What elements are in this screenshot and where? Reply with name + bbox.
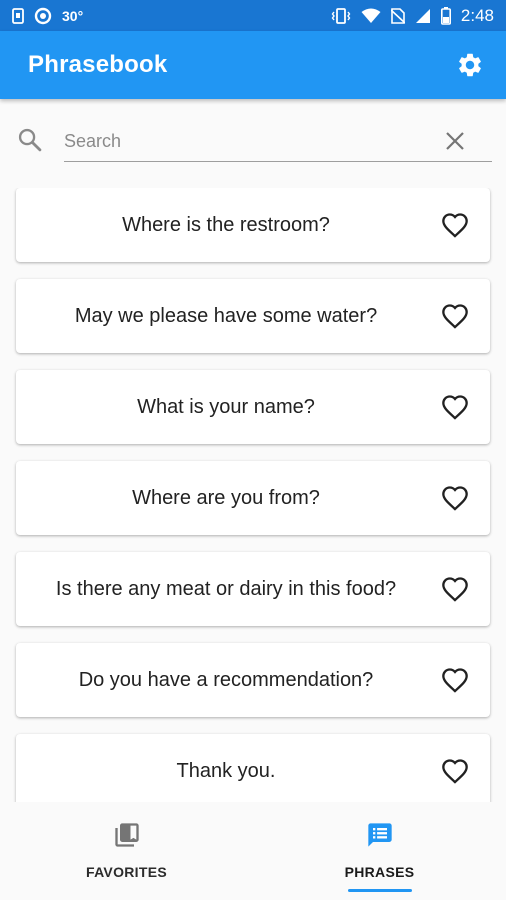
phrase-text: Where are you from? [132,486,320,509]
status-left: 30° [12,7,83,25]
heart-outline-icon [442,486,468,511]
heart-outline-icon [442,395,468,420]
status-bar: 30° 2:48 [0,0,506,31]
battery-icon [440,6,451,25]
phrase-list[interactable]: Where is the restroom? May we please hav… [0,188,506,802]
heart-outline-icon [442,759,468,784]
heart-outline-icon [442,577,468,602]
phrase-card[interactable]: Do you have a recommendation? [16,643,490,717]
library-icon [112,820,142,850]
phrase-card[interactable]: Where is the restroom? [16,188,490,262]
heart-outline-icon [442,304,468,329]
close-icon [446,132,464,150]
phrase-card[interactable]: What is your name? [16,370,490,444]
heart-outline-icon [442,213,468,238]
phrase-text: Where is the restroom? [122,213,330,236]
app-title: Phrasebook [28,51,168,78]
phrase-card[interactable]: Is there any meat or dairy in this food? [16,552,490,626]
bottom-navigation: FAVORITES PHRASES [0,802,506,900]
phrase-card[interactable]: May we please have some water? [16,279,490,353]
search-bar [0,110,506,168]
sim-icon [12,7,24,24]
app-bar: Phrasebook [0,31,506,99]
status-right: 2:48 [331,6,494,26]
favorite-button[interactable] [420,461,490,535]
clock-text: 2:48 [460,5,494,25]
active-tab-indicator [347,889,412,892]
tab-phrases[interactable]: PHRASES [253,802,506,900]
temperature-text: 30° [62,7,84,24]
signal-icon [415,8,431,24]
favorite-button[interactable] [420,279,490,353]
phrase-card[interactable]: Thank you. [16,734,490,802]
circle-notification-icon [34,7,52,25]
tab-favorites-label: FAVORITES [85,864,167,880]
phrase-text: Thank you. [176,759,276,782]
favorite-button[interactable] [420,370,490,444]
tab-favorites[interactable]: FAVORITES [0,802,253,900]
favorite-button[interactable] [420,734,490,802]
favorite-button[interactable] [420,643,490,717]
clear-search-button[interactable] [440,126,470,156]
chat-list-icon [365,820,395,850]
wifi-icon [361,8,381,24]
no-sim-icon [390,7,405,24]
gear-icon [459,53,481,77]
phrase-text: What is your name? [137,395,315,418]
phrase-text: Is there any meat or dairy in this food? [55,577,397,600]
tab-phrases-label: PHRASES [344,864,415,880]
favorite-button[interactable] [420,188,490,262]
phrase-text: May we please have some water? [74,304,378,327]
search-icon [16,126,44,154]
vibrate-icon [331,7,351,24]
favorite-button[interactable] [420,552,490,626]
phrase-card[interactable]: Where are you from? [16,461,490,535]
heart-outline-icon [442,668,468,693]
phrase-text: Do you have a recommendation? [78,668,374,691]
settings-button[interactable] [450,45,490,85]
search-input[interactable] [64,122,492,162]
